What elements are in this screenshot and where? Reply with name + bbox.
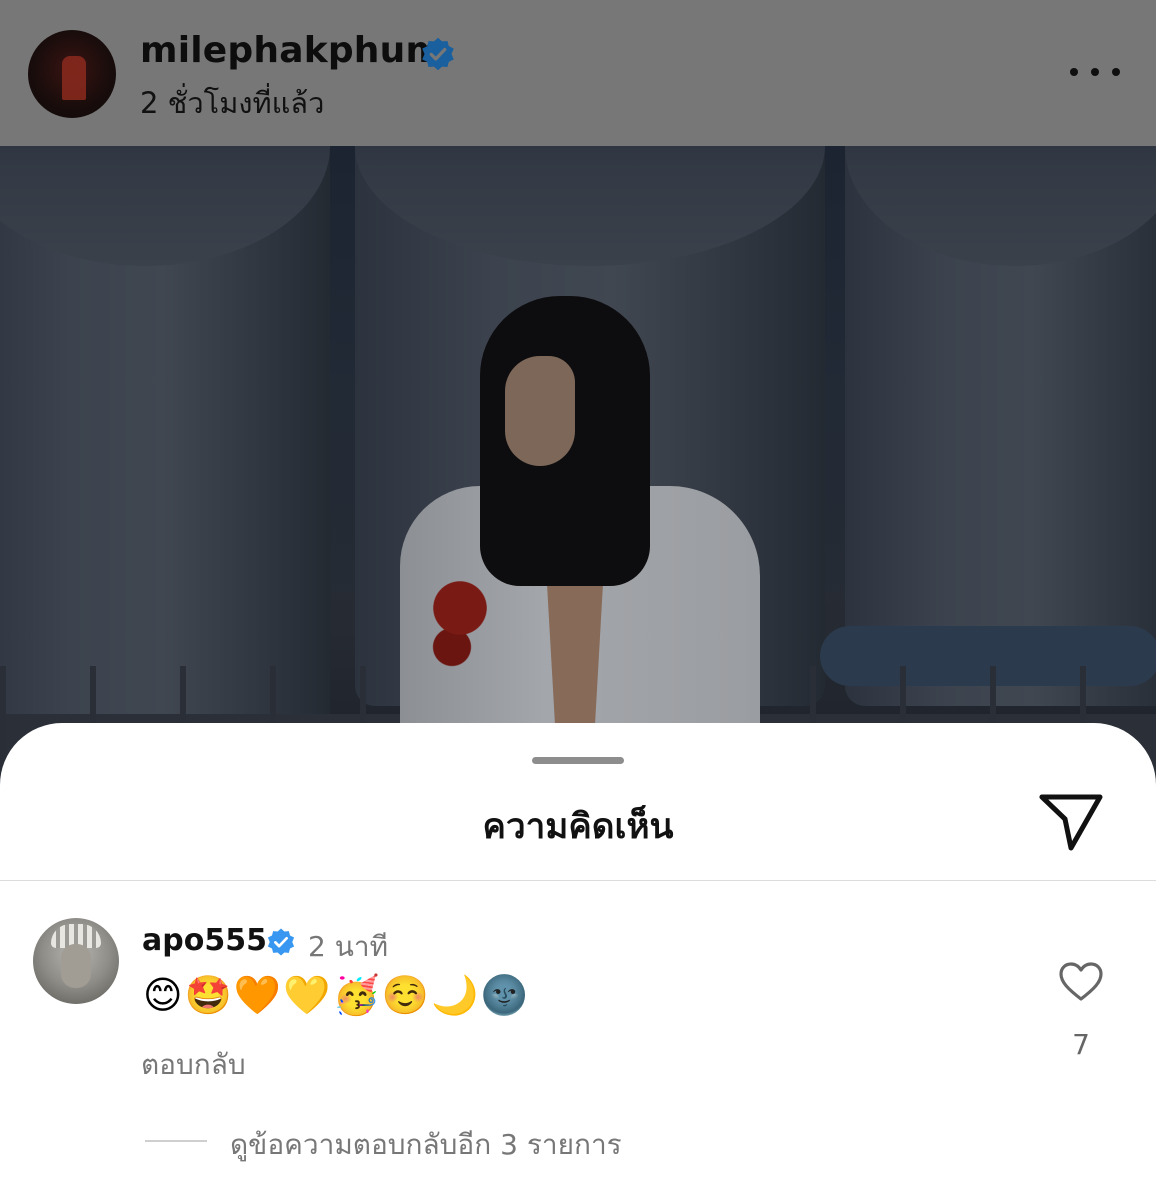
avatar-face — [61, 944, 91, 988]
more-dot — [1070, 68, 1078, 76]
comment-text: 😊🤩🧡💛🥳☺️🌙🌚 — [143, 973, 530, 1017]
post-photo[interactable] — [0, 146, 1156, 786]
more-dot — [1091, 68, 1099, 76]
post-author-username[interactable]: milephakphum — [140, 30, 443, 71]
commenter-avatar[interactable] — [33, 918, 119, 1004]
verified-badge-icon — [267, 928, 295, 956]
heart-outline-icon[interactable] — [1058, 961, 1104, 1003]
view-replies-button[interactable]: ดูข้อความตอบกลับอีก 3 รายการ — [230, 1123, 622, 1167]
sheet-divider — [0, 880, 1156, 881]
post-author-avatar[interactable] — [28, 30, 116, 118]
background-tank — [845, 146, 1156, 706]
more-dot — [1112, 68, 1120, 76]
person-face — [505, 356, 575, 466]
replies-line — [145, 1140, 207, 1142]
reply-button[interactable]: ตอบกลับ — [141, 1043, 246, 1087]
avatar-figure — [62, 56, 86, 100]
sheet-drag-handle[interactable] — [532, 757, 624, 764]
like-count: 7 — [1072, 1028, 1090, 1061]
commenter-username[interactable]: apo555 — [142, 923, 267, 958]
sheet-title: ความคิดเห็น — [482, 807, 674, 847]
comments-sheet: ความคิดเห็น apo555 2 นาที 😊🤩🧡💛🥳☺️🌙🌚 ตอบก… — [0, 723, 1156, 1200]
post-timestamp: 2 ชั่วโมงที่แล้ว — [140, 86, 325, 120]
more-options-icon[interactable] — [1070, 64, 1120, 80]
send-icon[interactable] — [1036, 791, 1106, 853]
verified-badge-icon — [422, 37, 454, 71]
comment-timestamp: 2 นาที — [308, 930, 389, 963]
post-header: milephakphum 2 ชั่วโมงที่แล้ว — [0, 0, 1156, 146]
jacket-flower — [420, 556, 500, 686]
